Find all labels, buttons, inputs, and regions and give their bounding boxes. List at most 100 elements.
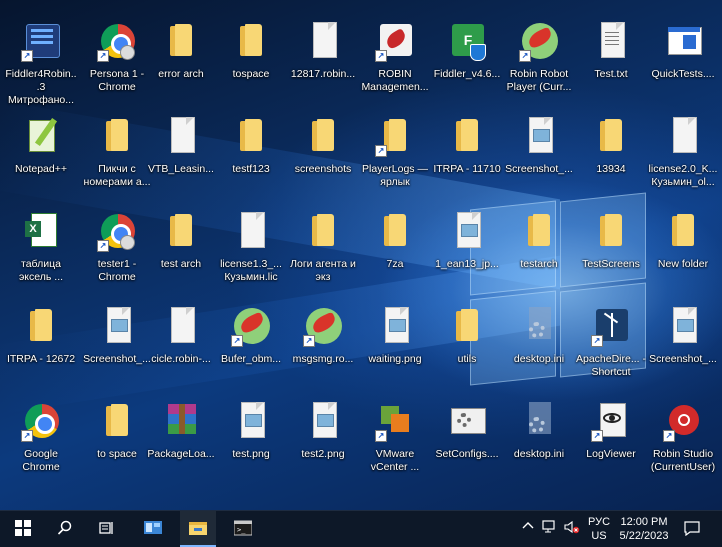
volume-button[interactable] [562,511,582,547]
desktop-icon[interactable]: utils [430,293,504,385]
desktop-icon[interactable]: ↗ Fiddler4Robin...3 Митрофано... [4,8,78,106]
desktop-icon-label: 1_ean13_jp... [435,258,499,270]
apache-directory-icon: ↗ [591,307,629,347]
desktop-icon-label: testf123 [232,163,270,175]
fiddler-icon: F [449,22,486,61]
server-manager-icon [144,521,162,534]
desktop-icon[interactable]: Screenshot_... [502,103,576,195]
desktop-icon[interactable]: error arch [144,8,218,100]
language-indicator[interactable]: РУС US [584,515,614,543]
desktop-icon[interactable]: Пикчи с номерами а... [80,103,154,195]
image-file-icon [99,307,135,345]
search-button[interactable] [48,511,82,547]
desktop-icon[interactable]: test arch [144,198,218,290]
desktop-icon[interactable]: 12817.robin... [286,8,360,100]
desktop-icon[interactable]: ↗ msgsmg.ro... [286,293,360,385]
chrome-profile-icon: ↗ [97,22,135,62]
vmware-icon: ↗ [375,402,413,442]
desktop-icon-label: ApacheDire... - Shortcut [575,353,647,378]
desktop-icon[interactable]: F Fiddler_v4.6... [430,8,504,100]
desktop-icon[interactable]: ↗ ROBIN Managemen... [358,8,432,100]
folder-icon [23,307,59,345]
desktop-icon[interactable]: TestScreens [574,198,648,290]
notification-icon [684,521,700,536]
desktop-icon[interactable]: Notepad++ [4,103,78,195]
desktop-icon[interactable]: desktop.ini [502,388,576,480]
desktop-icon[interactable]: license1.3_... Кузьмин.lic [214,198,288,290]
desktop-icon-label: Bufer_obm... [220,353,282,365]
desktop-icon[interactable]: cicle.robin-... [144,293,218,385]
desktop-icon[interactable]: ITRPA - 11710 [430,103,504,195]
desktop-icon[interactable]: 7za [358,198,432,290]
desktop-icon[interactable]: to space [80,388,154,480]
log-viewer-eye-icon: ↗ [591,402,629,442]
desktop-icon[interactable]: test2.png [286,388,360,480]
desktop-icon[interactable]: testarch [502,198,576,290]
start-button[interactable] [6,511,40,547]
desktop-icon[interactable]: tospace [214,8,288,100]
desktop-icon[interactable]: ↗ VMware vCenter ... [358,388,432,480]
command-prompt-button[interactable]: >_ [226,511,260,547]
desktop-icon[interactable]: Логи агента и экз [286,198,360,290]
file-explorer-button[interactable] [180,511,216,547]
file-icon [305,22,341,60]
desktop-icon-label: QuickTests.... [651,68,715,80]
desktop-icon-label: SetConfigs.... [435,448,499,460]
desktop-icon-label: Пикчи с номерами а... [83,163,151,188]
folder-icon [305,117,341,155]
desktop-icon-label: таблица эксель ... [18,258,64,283]
network-button[interactable] [540,511,560,547]
folder-icon [189,522,207,535]
desktop-icon[interactable]: waiting.png [358,293,432,385]
desktop-icon[interactable]: ↗ Robin Robot Player (Curr... [502,8,576,100]
task-view-button[interactable] [90,511,124,547]
desktop-icon[interactable]: ↗ PlayerLogs — ярлык [358,103,432,195]
desktop-icon-label: tester1 - Chrome [97,258,137,283]
settings-gear-icon [449,402,486,440]
desktop-icon[interactable]: ↗ Google Chrome [4,388,78,480]
folder-icon [99,117,135,155]
desktop-icon[interactable]: ITRPA - 12672 [4,293,78,385]
desktop-icon-label: license2.0_K... Кузьмин_ol... [648,163,718,188]
desktop-icon[interactable]: license2.0_K... Кузьмин_ol... [646,103,720,195]
desktop-icon[interactable]: PackageLoa... [144,388,218,480]
desktop-icon[interactable]: ↗ ApacheDire... - Shortcut [574,293,648,385]
robin-management-icon: ↗ [375,22,413,62]
desktop-icon[interactable]: testf123 [214,103,288,195]
svg-text:>_: >_ [237,526,246,534]
desktop-icon[interactable]: New folder [646,198,720,290]
file-icon [665,117,701,155]
desktop-icon-label: Screenshot_... [83,353,151,365]
desktop-icon-label: ITRPA - 11710 [433,163,501,175]
desktop-icon[interactable]: VTB_Leasin... [144,103,218,195]
desktop-icon[interactable]: Screenshot_... [646,293,720,385]
show-hidden-icons-button[interactable] [518,511,538,547]
desktop-icon[interactable]: QuickTests.... [646,8,720,100]
desktop-icon[interactable]: screenshots [286,103,360,195]
desktop-icon[interactable]: ↗ Robin Studio (CurrentUser) [646,388,720,480]
server-manager-button[interactable] [136,511,170,547]
desktop-icon[interactable]: test.png [214,388,288,480]
desktop-icon-label: waiting.png [368,353,422,365]
desktop-icon[interactable]: ↗ Bufer_obm... [214,293,288,385]
folder-icon [449,117,485,155]
desktop-icon[interactable]: ↗ Persona 1 - Chrome [80,8,154,100]
desktop-icon[interactable]: 13934 [574,103,648,195]
action-center-button[interactable] [680,511,704,547]
desktop-icon-label: ITRPA - 12672 [6,353,76,365]
desktop-icon-label: testarch [520,258,558,270]
desktop-icon[interactable]: ↗ tester1 - Chrome [80,198,154,290]
desktop[interactable]: ↗ Fiddler4Robin...3 Митрофано... ↗ Persona … [0,0,722,510]
desktop-icon[interactable]: Screenshot_... [80,293,154,385]
application-window-icon [665,22,702,60]
file-icon [163,307,199,345]
region-label: US [591,530,607,542]
desktop-icon[interactable]: desktop.ini [502,293,576,385]
desktop-icon[interactable]: Xтаблица эксель ... [4,198,78,290]
clock[interactable]: 12:00 PM 5/22/2023 [616,515,672,543]
desktop-icon[interactable]: 1_ean13_jp... [430,198,504,290]
desktop-icon[interactable]: SetConfigs.... [430,388,504,480]
desktop-icon[interactable]: Test.txt [574,8,648,100]
desktop-icon[interactable]: ↗ LogViewer [574,388,648,480]
winrar-archive-icon [163,402,199,440]
